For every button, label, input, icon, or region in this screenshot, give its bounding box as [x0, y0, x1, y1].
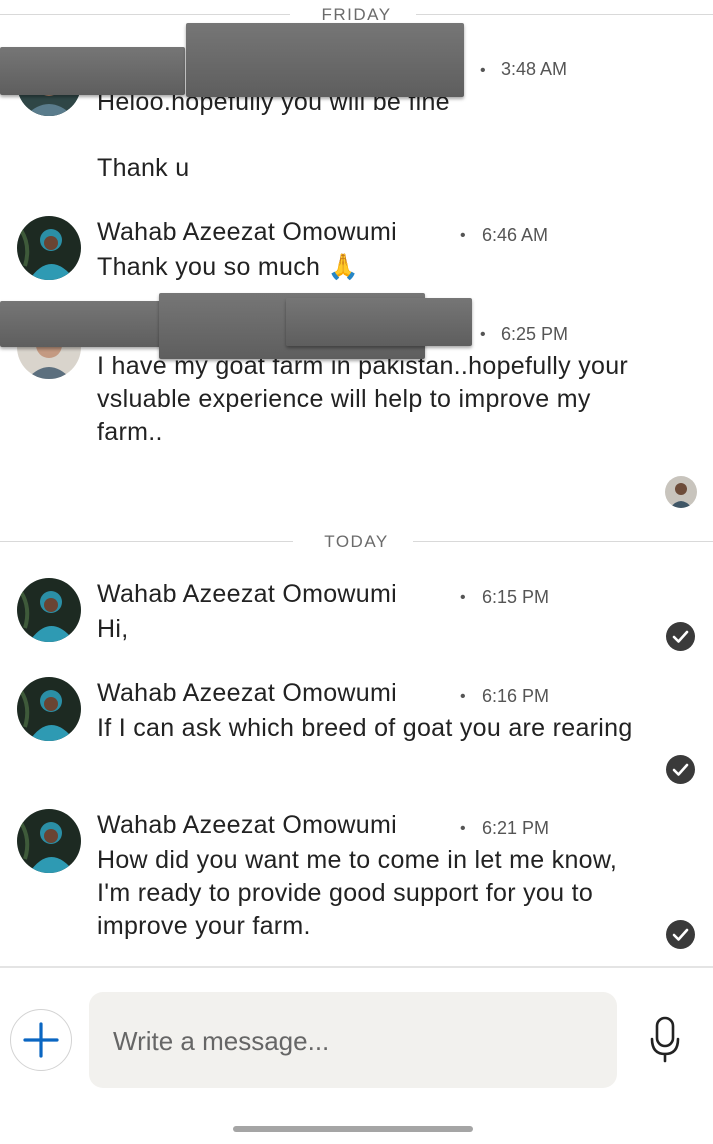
message-time: 6:21 PM — [482, 818, 550, 838]
composer-divider — [0, 966, 713, 968]
separator-dot: • — [460, 688, 466, 705]
message-text: I have my goat farm in pakistan..hopeful… — [97, 352, 629, 446]
redaction-block — [286, 298, 472, 346]
avatar[interactable] — [17, 578, 81, 642]
redaction-block — [0, 47, 185, 95]
redaction-block — [0, 301, 185, 347]
voice-message-button[interactable] — [645, 1014, 685, 1066]
separator-dot: • — [480, 62, 486, 79]
message-time: 6:16 PM — [482, 686, 550, 706]
message-input-container[interactable] — [89, 992, 617, 1088]
check-circle-icon — [666, 920, 695, 949]
message-time: 6:46 AM — [482, 225, 549, 245]
date-divider-label: TODAY — [324, 532, 389, 551]
avatar[interactable] — [17, 677, 81, 741]
avatar[interactable] — [17, 216, 81, 280]
message-text: How did you want me to come in let me kn… — [97, 846, 618, 940]
add-attachment-button[interactable] — [10, 1009, 72, 1071]
message-input[interactable] — [113, 1022, 583, 1060]
date-divider-label: FRIDAY — [321, 5, 392, 24]
message-text: If I can ask which breed of goat you are… — [97, 714, 633, 742]
sender-name[interactable]: Wahab Azeezat Omowumi — [97, 679, 397, 708]
separator-dot: • — [480, 326, 486, 343]
message-text: Hi, — [97, 615, 129, 643]
separator-dot: • — [460, 820, 466, 837]
separator-dot: • — [460, 589, 466, 606]
date-divider-today: TODAY — [0, 531, 713, 551]
sender-name[interactable]: Wahab Azeezat Omowumi — [97, 580, 397, 609]
microphone-icon — [650, 1016, 680, 1063]
date-divider-friday: FRIDAY — [0, 4, 713, 24]
plus-icon — [22, 1021, 59, 1058]
message-time: 6:25 PM — [501, 324, 569, 344]
check-circle-icon — [666, 622, 695, 651]
check-circle-icon — [666, 755, 695, 784]
home-indicator[interactable] — [233, 1126, 473, 1132]
redaction-block — [186, 23, 464, 97]
separator-dot: • — [460, 227, 466, 244]
message-text: Thank you so much 🙏 — [97, 253, 359, 281]
message-text: Heloo.hopefully you will be fine Thank u — [97, 88, 450, 182]
sender-name[interactable]: Wahab Azeezat Omowumi — [97, 811, 397, 840]
message-time: 6:15 PM — [482, 587, 550, 607]
sender-name[interactable]: Wahab Azeezat Omowumi — [97, 218, 397, 247]
seen-avatar[interactable] — [665, 476, 697, 508]
avatar[interactable] — [17, 809, 81, 873]
message-time: 3:48 AM — [501, 59, 568, 79]
